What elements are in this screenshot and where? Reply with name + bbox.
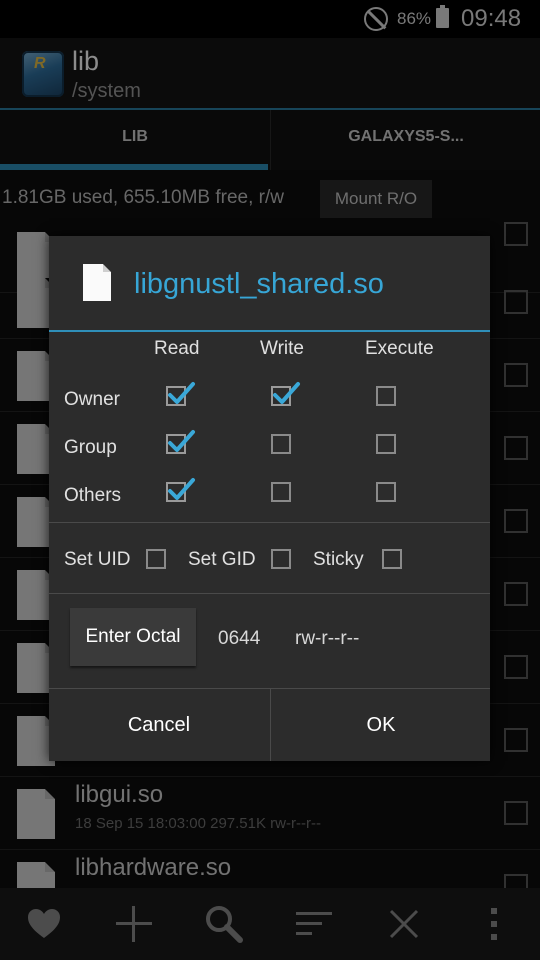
sticky-label: Sticky <box>313 549 364 570</box>
checkmark-icon <box>273 382 300 404</box>
group-execute-checkbox[interactable] <box>376 434 396 454</box>
enter-octal-button[interactable]: Enter Octal <box>70 608 196 666</box>
sticky-checkbox[interactable] <box>382 549 402 569</box>
owner-write-checkbox[interactable] <box>271 382 300 406</box>
owner-execute-checkbox[interactable] <box>376 386 396 406</box>
group-read-checkbox[interactable] <box>166 430 195 454</box>
column-execute: Execute <box>365 338 434 359</box>
octal-value: 0644 <box>218 628 261 649</box>
cancel-button[interactable]: Cancel <box>49 689 269 761</box>
divider <box>49 593 490 594</box>
setgid-checkbox[interactable] <box>271 549 291 569</box>
row-owner-label: Owner <box>64 389 120 410</box>
permissions-dialog: libgnustl_shared.so Read Write Execute O… <box>49 236 490 761</box>
setuid-label: Set UID <box>64 549 131 570</box>
others-write-checkbox[interactable] <box>271 482 291 502</box>
setgid-label: Set GID <box>188 549 256 570</box>
row-others-label: Others <box>64 485 122 506</box>
others-read-checkbox[interactable] <box>166 478 195 502</box>
row-group-label: Group <box>64 437 117 458</box>
column-write: Write <box>260 338 304 359</box>
setuid-checkbox[interactable] <box>146 549 166 569</box>
permission-string: rw-r--r-- <box>295 628 360 649</box>
dialog-header: libgnustl_shared.so <box>49 236 490 332</box>
dialog-title: libgnustl_shared.so <box>134 268 384 300</box>
checkmark-icon <box>168 430 195 452</box>
file-icon <box>83 264 111 301</box>
divider <box>49 522 490 523</box>
ok-button[interactable]: OK <box>270 689 491 761</box>
column-read: Read <box>154 338 200 359</box>
others-execute-checkbox[interactable] <box>376 482 396 502</box>
checkmark-icon <box>168 478 195 500</box>
checkmark-icon <box>168 382 195 404</box>
group-write-checkbox[interactable] <box>271 434 291 454</box>
owner-read-checkbox[interactable] <box>166 382 195 406</box>
